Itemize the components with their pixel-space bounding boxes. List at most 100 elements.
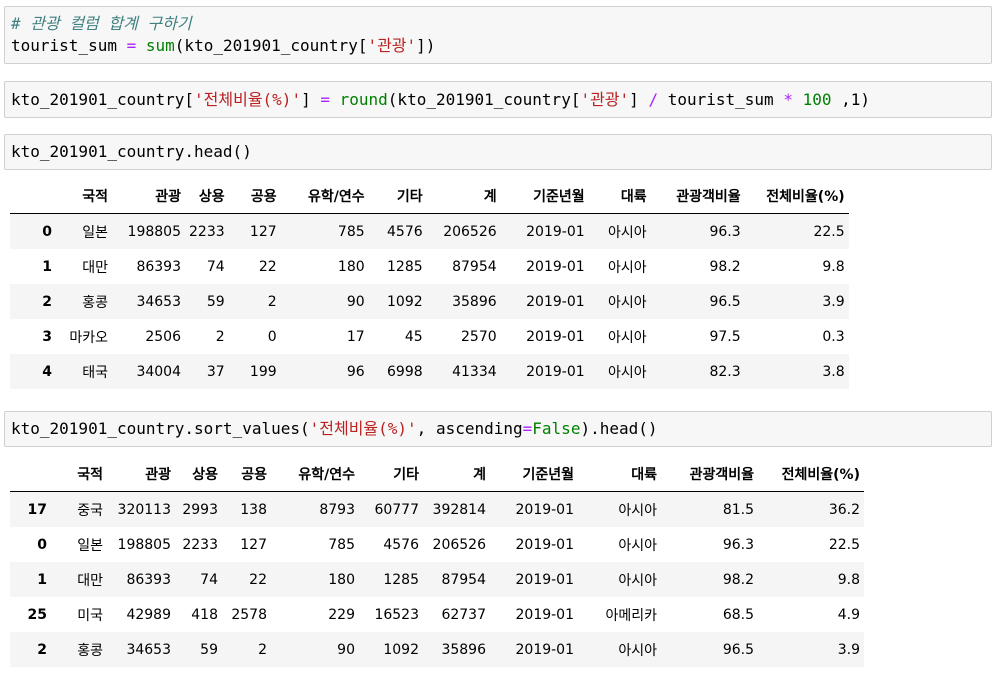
column-header: 관광객비율 bbox=[650, 178, 745, 214]
table-cell: 일본 bbox=[82, 224, 108, 241]
column-header: 기준년월 bbox=[500, 178, 589, 214]
code-keyword: False bbox=[532, 419, 581, 438]
column-header: 대륙 bbox=[578, 456, 661, 492]
table-row: 4 태국 34004 37 199 96 6998 41334 2019-01 아시아 82.3 3.… bbox=[10, 354, 849, 389]
table-cell: 아시아 bbox=[618, 502, 657, 519]
table-cell: 418 bbox=[191, 606, 218, 623]
table-cell: 홍콩 bbox=[77, 642, 103, 659]
table-cell: 37 bbox=[206, 363, 225, 380]
table-cell: 17 bbox=[346, 328, 365, 345]
code-text: ).head() bbox=[580, 419, 658, 438]
code-builtin: round bbox=[339, 90, 388, 109]
code-editor[interactable]: kto_201901_country.head() bbox=[5, 135, 991, 169]
table-cell: 2019-01 bbox=[526, 223, 585, 240]
table-cell: 8793 bbox=[319, 501, 355, 518]
output-dataframe-2: 국적 관광 상용 공용 유학/연수 기타 계 기준년월 대륙 관광객비율 전체비율(%) 17 중국 3… bbox=[10, 456, 864, 667]
column-header: 관광 bbox=[107, 456, 175, 492]
table-header-row: 국적 관광 상용 공용 유학/연수 기타 계 기준년월 대륙 관광객비율 전체비율(%) bbox=[10, 178, 849, 214]
output-dataframe-1: 국적 관광 상용 공용 유학/연수 기타 계 기준년월 대륙 관광객비율 전체비율(%) 0 일본 19… bbox=[10, 178, 849, 389]
row-index: 4 bbox=[42, 363, 52, 380]
table-cell: 62737 bbox=[441, 606, 486, 623]
table-cell: 6998 bbox=[387, 363, 423, 380]
code-cell-3[interactable]: kto_201901_country.head() bbox=[4, 134, 992, 170]
column-header: 공용 bbox=[228, 178, 281, 214]
row-index: 2 bbox=[42, 293, 52, 310]
table-cell: 2019-01 bbox=[526, 258, 585, 275]
table-cell: 785 bbox=[337, 223, 365, 240]
code-text: ]) bbox=[416, 36, 436, 55]
table-cell: 2506 bbox=[145, 328, 181, 345]
table-cell: 36.2 bbox=[828, 501, 860, 518]
table-cell: 97.5 bbox=[709, 328, 741, 345]
table-row: 1 대만 86393 74 22 180 1285 87954 2019-01 아시아 98.2 9.… bbox=[10, 249, 849, 284]
column-header: 전체비율(%) bbox=[758, 456, 864, 492]
table-cell: 96.3 bbox=[709, 223, 741, 240]
table-cell: 180 bbox=[337, 258, 365, 275]
table-cell: 1285 bbox=[383, 571, 419, 588]
table-cell: 아시아 bbox=[608, 294, 647, 311]
code-string: '전체비율(%)' bbox=[309, 419, 417, 438]
table-cell: 2019-01 bbox=[526, 328, 585, 345]
code-string: '전체비율(%)' bbox=[194, 90, 302, 109]
table-cell: 0 bbox=[267, 328, 277, 345]
table-cell: 1285 bbox=[387, 258, 423, 275]
table-cell: 3.9 bbox=[822, 293, 845, 310]
table-cell: 아시아 bbox=[608, 224, 647, 241]
table-cell: 아시아 bbox=[608, 259, 647, 276]
row-index: 25 bbox=[27, 606, 47, 623]
code-cell-4[interactable]: kto_201901_country.sort_values('전체비율(%)'… bbox=[4, 411, 992, 447]
table-cell: 198805 bbox=[127, 223, 181, 240]
code-cell-2[interactable]: kto_201901_country['전체비율(%)'] = round(kt… bbox=[4, 81, 992, 118]
table-cell: 0.3 bbox=[822, 328, 845, 345]
table-cell: 대만 bbox=[82, 259, 108, 276]
table-cell: 86393 bbox=[126, 571, 171, 588]
code-editor[interactable]: kto_201901_country.sort_values('전체비율(%)'… bbox=[5, 412, 991, 446]
table-row: 1 대만 86393 74 22 180 1285 87954 2019-01 아시아 98.2 9.… bbox=[10, 562, 864, 597]
code-editor[interactable]: kto_201901_country['전체비율(%)'] = round(kt… bbox=[5, 82, 991, 117]
code-operator: = bbox=[126, 36, 137, 55]
table-cell: 9.8 bbox=[837, 571, 860, 588]
table-cell: 785 bbox=[328, 536, 355, 553]
table-cell: 2019-01 bbox=[515, 641, 575, 658]
column-header: 계 bbox=[423, 456, 490, 492]
table-cell: 아시아 bbox=[618, 572, 657, 589]
index-header bbox=[10, 456, 51, 492]
table-row: 17 중국 320113 2993 138 8793 60777 392814 2019-01 아… bbox=[10, 491, 864, 527]
dataframe-table: 국적 관광 상용 공용 유학/연수 기타 계 기준년월 대륙 관광객비율 전체비율(%) 0 일본 19… bbox=[10, 178, 849, 389]
column-header: 상용 bbox=[175, 456, 222, 492]
code-builtin: sum bbox=[145, 36, 175, 55]
column-header: 국적 bbox=[51, 456, 107, 492]
table-cell: 82.3 bbox=[709, 363, 741, 380]
code-text: tourist_sum bbox=[658, 90, 784, 109]
table-cell: 96.5 bbox=[709, 293, 741, 310]
column-header: 관광객비율 bbox=[661, 456, 758, 492]
table-cell: 138 bbox=[240, 501, 267, 518]
table-cell: 태국 bbox=[82, 364, 108, 381]
table-cell: 96 bbox=[346, 363, 365, 380]
code-text: ] bbox=[629, 90, 649, 109]
table-cell: 22 bbox=[249, 571, 267, 588]
table-cell: 4576 bbox=[387, 223, 423, 240]
code-operator: = bbox=[522, 419, 533, 438]
table-cell: 2019-01 bbox=[515, 536, 575, 553]
table-cell: 34653 bbox=[126, 641, 171, 658]
table-row: 2 홍콩 34653 59 2 90 1092 35896 2019-01 아시아 96.5 3.9 bbox=[10, 632, 864, 667]
code-number: 100 bbox=[802, 90, 832, 109]
table-cell: 90 bbox=[346, 293, 365, 310]
code-editor[interactable]: # 관광 컬럼 합계 구하기 tourist_sum = sum(kto_201… bbox=[5, 7, 991, 63]
table-cell: 198805 bbox=[117, 536, 171, 553]
code-string: '관광' bbox=[580, 90, 630, 109]
code-cell-1[interactable]: # 관광 컬럼 합계 구하기 tourist_sum = sum(kto_201… bbox=[4, 6, 992, 64]
index-header bbox=[10, 178, 56, 214]
table-cell: 68.5 bbox=[722, 606, 754, 623]
column-header: 상용 bbox=[185, 178, 229, 214]
table-cell: 2 bbox=[258, 641, 267, 658]
table-cell: 22.5 bbox=[813, 223, 845, 240]
table-cell: 22.5 bbox=[828, 536, 860, 553]
row-index: 1 bbox=[42, 258, 52, 275]
table-cell: 2019-01 bbox=[515, 606, 575, 623]
table-cell: 42989 bbox=[126, 606, 171, 623]
code-operator: = bbox=[320, 90, 330, 109]
table-cell: 320113 bbox=[117, 501, 171, 518]
column-header: 국적 bbox=[56, 178, 112, 214]
